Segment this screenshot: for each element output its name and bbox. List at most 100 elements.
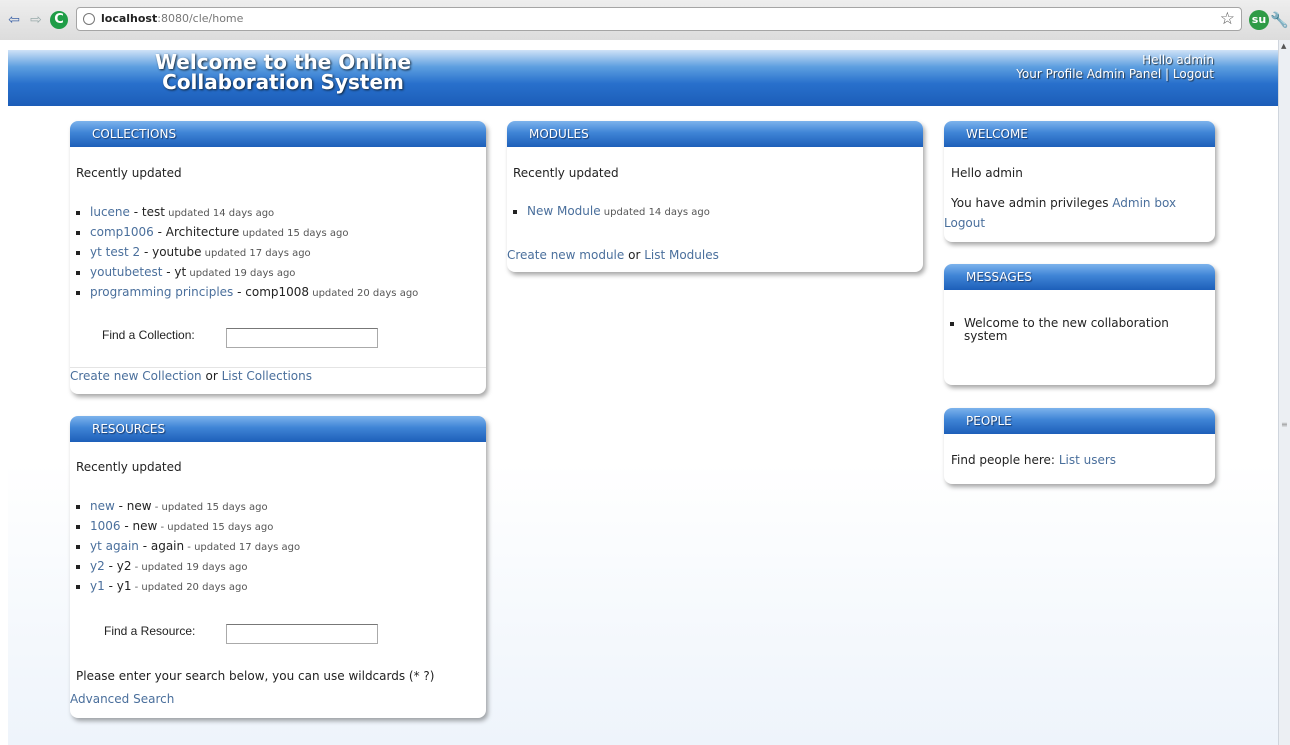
forward-arrow-icon[interactable]: ⇨ <box>28 13 44 27</box>
updated-time: - updated 17 days ago <box>184 542 301 553</box>
list-collections-link[interactable]: List Collections <box>222 369 312 383</box>
resources-panel-title: RESOURCES <box>70 416 486 442</box>
browser-toolbar: ⇦ ⇨ C localhost:8080/cle/home ☆ su 🔧 <box>0 0 1290 40</box>
find-collection-label: Find a Collection: <box>102 328 195 342</box>
collections-subtitle: Recently updated <box>76 166 182 180</box>
header-links: Your Profile Admin Panel | Logout <box>1016 67 1214 81</box>
resources-subtitle: Recently updated <box>76 460 182 474</box>
find-resource-input[interactable] <box>226 624 378 644</box>
messages-list: Welcome to the new collaboration system <box>944 317 1214 343</box>
resource-link[interactable]: yt again <box>90 539 139 553</box>
updated-time: updated 14 days ago <box>600 207 710 218</box>
resource-link[interactable]: 1006 <box>90 519 121 533</box>
page-content: Welcome to the Online Collaboration Syst… <box>8 40 1278 745</box>
updated-time: updated 14 days ago <box>164 208 275 219</box>
modules-panel-title: MODULES <box>507 121 923 147</box>
modules-list: New Module updated 14 days ago <box>507 202 937 222</box>
admin-panel-link[interactable]: Admin Panel <box>1087 67 1161 81</box>
advanced-search-link[interactable]: Advanced Search <box>70 692 174 706</box>
search-hint: Please enter your search below, you can … <box>76 669 435 683</box>
people-line: Find people here: List users <box>951 453 1116 467</box>
item-separator: - <box>104 579 117 593</box>
resources-panel: RESOURCES Recently updated new - new - u… <box>70 416 486 718</box>
scroll-up-arrow-icon[interactable]: ▲ <box>1281 42 1286 50</box>
collection-description: youtube <box>152 245 202 259</box>
modules-subtitle: Recently updated <box>513 166 619 180</box>
site-header: Welcome to the Online Collaboration Syst… <box>8 50 1278 106</box>
collection-link[interactable]: yt test 2 <box>90 245 140 259</box>
item-separator: - <box>162 265 175 279</box>
updated-time: - updated 19 days ago <box>131 562 248 573</box>
header-separator: | <box>1165 67 1170 81</box>
list-item: comp1006 - Architecture updated 15 days … <box>90 223 500 243</box>
site-title: Welcome to the Online Collaboration Syst… <box>154 50 412 94</box>
collection-description: Architecture <box>165 225 240 239</box>
list-modules-link[interactable]: List Modules <box>644 248 719 262</box>
header-greeting: Hello admin <box>1142 53 1214 67</box>
item-separator: - <box>138 539 151 553</box>
list-item: 1006 - new - updated 15 days ago <box>90 517 500 537</box>
collection-link[interactable]: lucene <box>90 205 130 219</box>
updated-time: - updated 15 days ago <box>157 522 274 533</box>
item-separator: - <box>120 519 133 533</box>
find-resource-label: Find a Resource: <box>104 624 196 638</box>
resource-description: again <box>150 539 185 553</box>
resource-link[interactable]: y2 <box>90 559 105 573</box>
or-text: or <box>201 369 222 383</box>
updated-time: updated 15 days ago <box>239 228 349 239</box>
list-item: new - new - updated 15 days ago <box>90 497 500 517</box>
scroll-grip-icon[interactable]: ≡ <box>1281 420 1288 429</box>
collection-link[interactable]: youtubetest <box>90 265 162 279</box>
create-module-link[interactable]: Create new module <box>507 248 624 262</box>
welcome-greeting: Hello admin <box>951 166 1023 180</box>
divider <box>70 367 486 368</box>
resource-link[interactable]: new <box>90 499 115 513</box>
collection-link[interactable]: programming principles <box>90 285 233 299</box>
resource-link[interactable]: y1 <box>90 579 105 593</box>
module-link[interactable]: New Module <box>527 204 601 218</box>
people-panel-title: PEOPLE <box>944 408 1215 434</box>
url-host: localhost <box>101 12 158 25</box>
list-item: programming principles - comp1008 update… <box>90 283 500 303</box>
collections-panel: COLLECTIONS Recently updated lucene - te… <box>70 121 486 394</box>
list-item: youtubetest - yt updated 19 days ago <box>90 263 500 283</box>
collections-footer: Create new Collection or List Collection… <box>70 369 312 383</box>
welcome-logout-link[interactable]: Logout <box>944 216 985 230</box>
people-panel: PEOPLE Find people here: List users <box>944 408 1215 484</box>
resource-description: new <box>126 499 152 513</box>
list-users-link[interactable]: List users <box>1059 453 1116 467</box>
people-text: Find people here: <box>951 453 1055 467</box>
welcome-panel-title: WELCOME <box>944 121 1215 147</box>
reload-icon[interactable]: C <box>50 11 68 29</box>
welcome-panel: WELCOME Hello admin You have admin privi… <box>944 121 1215 242</box>
collection-description: comp1008 <box>245 285 310 299</box>
admin-box-link[interactable]: Admin box <box>1112 196 1176 210</box>
list-item: y1 - y1 - updated 20 days ago <box>90 577 500 597</box>
collections-panel-title: COLLECTIONS <box>70 121 486 147</box>
create-collection-link[interactable]: Create new Collection <box>70 369 202 383</box>
item-separator: - <box>153 225 166 239</box>
updated-time: updated 17 days ago <box>201 248 311 259</box>
your-profile-link[interactable]: Your Profile <box>1016 67 1083 81</box>
resource-description: y1 <box>116 579 132 593</box>
list-item: yt again - again - updated 17 days ago <box>90 537 500 557</box>
collection-link[interactable]: comp1006 <box>90 225 154 239</box>
url-text: localhost:8080/cle/home <box>101 12 243 25</box>
wrench-icon[interactable]: 🔧 <box>1270 11 1289 29</box>
address-bar[interactable]: localhost:8080/cle/home ☆ <box>76 7 1242 31</box>
find-collection-input[interactable] <box>226 328 378 348</box>
resources-list: new - new - updated 15 days ago 1006 - n… <box>70 497 500 597</box>
back-arrow-icon[interactable]: ⇦ <box>6 13 22 27</box>
bookmark-star-icon[interactable]: ☆ <box>1220 10 1235 28</box>
scrollbar[interactable]: ▲ ≡ <box>1278 40 1290 745</box>
message-item: Welcome to the new collaboration system <box>964 317 1214 343</box>
extension-icon[interactable]: su <box>1249 10 1269 30</box>
logout-link[interactable]: Logout <box>1173 67 1214 81</box>
item-separator: - <box>140 245 153 259</box>
modules-panel: MODULES Recently updated New Module upda… <box>507 121 923 272</box>
privileges-text: You have admin privileges <box>951 196 1109 210</box>
resource-description: y2 <box>116 559 132 573</box>
or-text: or <box>624 248 645 262</box>
item-separator: - <box>129 205 142 219</box>
updated-time: - updated 20 days ago <box>131 582 248 593</box>
